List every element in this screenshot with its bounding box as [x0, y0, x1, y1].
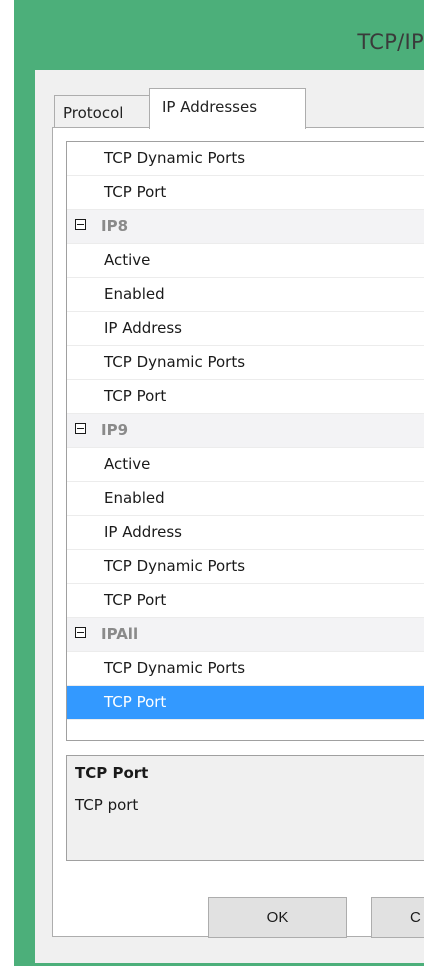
grid-category-ip8[interactable]: IP8	[67, 210, 424, 244]
grid-row-label: TCP Port	[104, 387, 167, 405]
grid-row-label: IP Address	[104, 319, 182, 337]
property-grid: TCP Dynamic Ports TCP Port IP8 Active En…	[66, 141, 424, 741]
grid-row-label: TCP Port	[104, 183, 167, 201]
grid-row-enabled[interactable]: Enabled	[67, 278, 424, 312]
grid-row-tcp-port[interactable]: TCP Port	[67, 176, 424, 210]
grid-row-active[interactable]: Active	[67, 448, 424, 482]
grid-row-tcp-dynamic-ports[interactable]: TCP Dynamic Ports	[67, 142, 424, 176]
grid-category-ipall[interactable]: IPAll	[67, 618, 424, 652]
description-title: TCP Port	[75, 764, 149, 782]
grid-row-active[interactable]: Active	[67, 244, 424, 278]
grid-row-label: TCP Port	[104, 591, 167, 609]
tab-protocol[interactable]: Protocol	[54, 95, 150, 127]
window-title: TCP/IP	[357, 30, 424, 54]
collapse-minus-icon[interactable]	[75, 627, 86, 638]
description-text: TCP port	[75, 796, 139, 814]
collapse-minus-icon[interactable]	[75, 423, 86, 434]
grid-row-tcp-dynamic-ports[interactable]: TCP Dynamic Ports	[67, 550, 424, 584]
grid-row-tcp-dynamic-ports[interactable]: TCP Dynamic Ports	[67, 346, 424, 380]
tab-ip-addresses[interactable]: IP Addresses	[149, 88, 306, 129]
grid-row-tcp-port[interactable]: TCP Port	[67, 584, 424, 618]
grid-row-label: TCP Dynamic Ports	[104, 557, 246, 575]
grid-row-label: Enabled	[104, 285, 165, 303]
grid-row-label: Active	[104, 251, 151, 269]
grid-row-ip-address[interactable]: IP Address	[67, 312, 424, 346]
grid-category-label: IP9	[101, 421, 129, 439]
collapse-minus-icon[interactable]	[75, 219, 86, 230]
grid-row-label: TCP Dynamic Ports	[104, 659, 246, 677]
grid-row-tcp-port-selected[interactable]: TCP Port	[67, 686, 424, 720]
grid-row-label: TCP Port	[104, 693, 167, 711]
grid-row-enabled[interactable]: Enabled	[67, 482, 424, 516]
description-panel: TCP Port TCP port	[66, 755, 424, 861]
grid-row-label: TCP Dynamic Ports	[104, 149, 246, 167]
grid-row-ip-address[interactable]: IP Address	[67, 516, 424, 550]
grid-category-ip9[interactable]: IP9	[67, 414, 424, 448]
grid-row-label: Active	[104, 455, 151, 473]
grid-category-label: IP8	[101, 217, 129, 235]
ok-button[interactable]: OK	[208, 897, 347, 938]
grid-row-tcp-dynamic-ports[interactable]: TCP Dynamic Ports	[67, 652, 424, 686]
cancel-button[interactable]: C	[371, 897, 424, 938]
grid-row-tcp-port[interactable]: TCP Port	[67, 380, 424, 414]
grid-category-label: IPAll	[101, 625, 139, 643]
grid-row-label: IP Address	[104, 523, 182, 541]
grid-row-label: Enabled	[104, 489, 165, 507]
grid-row-label: TCP Dynamic Ports	[104, 353, 246, 371]
